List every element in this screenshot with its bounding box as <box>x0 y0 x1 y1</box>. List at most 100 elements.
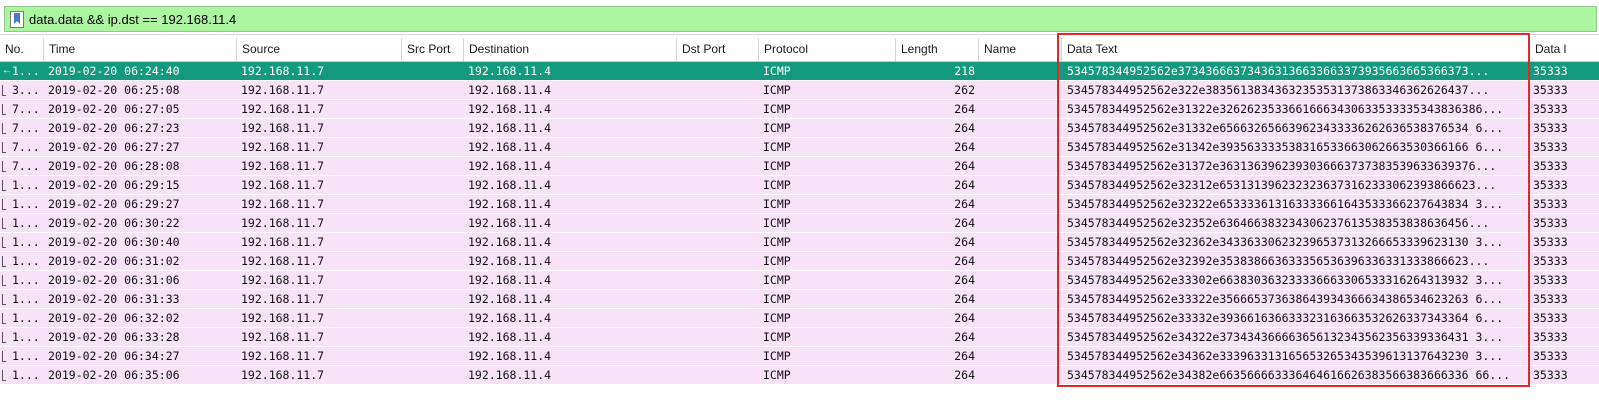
cell-length: 264 <box>896 100 979 118</box>
table-row[interactable]: 1... 2019-02-20 06:30:22 192.168.11.7 192.1… <box>0 214 1599 233</box>
column-header-dst-port[interactable]: Dst Port <box>677 38 759 61</box>
cell-source-value: 192.168.11.7 <box>241 83 325 97</box>
cell-source: 192.168.11.7 <box>237 157 402 175</box>
cell-source: 192.168.11.7 <box>237 195 402 213</box>
table-row[interactable]: 1... 2019-02-20 06:31:06 192.168.11.7 192.1… <box>0 271 1599 290</box>
cell-protocol-value: ICMP <box>763 368 791 382</box>
cell-destination-value: 192.168.11.4 <box>468 273 552 287</box>
cell-length: 264 <box>896 271 979 289</box>
column-header-name[interactable]: Name <box>979 38 1062 61</box>
cell-no-value: 1... <box>12 368 40 382</box>
table-row-selected[interactable]: 1... 2019-02-20 06:24:40 192.168.11.7 192.1… <box>0 62 1599 81</box>
table-row[interactable]: 1... 2019-02-20 06:31:02 192.168.11.7 192.1… <box>0 252 1599 271</box>
cell-data-text: 534578344952562e322e38356138343632353531… <box>1062 81 1530 99</box>
bookmark-icon[interactable] <box>10 11 24 28</box>
cell-source-value: 192.168.11.7 <box>241 235 325 249</box>
cell-data-text: 534578344952562e31332e656632656639623433… <box>1062 119 1530 137</box>
cell-dst-port <box>677 157 759 175</box>
cell-protocol: ICMP <box>759 290 896 308</box>
table-row[interactable]: 7... 2019-02-20 06:27:05 192.168.11.7 192.1… <box>0 100 1599 119</box>
cell-time-value: 2019-02-20 06:31:02 <box>48 254 180 268</box>
column-header-src-port[interactable]: Src Port <box>402 38 464 61</box>
cell-no-value: 1... <box>12 311 40 325</box>
cell-data: 35333 <box>1530 366 1599 384</box>
cell-dst-port <box>677 290 759 308</box>
column-header-destination[interactable]: Destination <box>464 38 677 61</box>
cell-data-text: 534578344952562e32362e343363306232396537… <box>1062 233 1530 251</box>
cell-time-value: 2019-02-20 06:30:22 <box>48 216 180 230</box>
cell-no: 3... <box>0 81 44 99</box>
cell-name <box>979 119 1062 137</box>
cell-time: 2019-02-20 06:27:27 <box>44 138 237 156</box>
cell-length-value: 264 <box>954 235 975 249</box>
table-row[interactable]: 1... 2019-02-20 06:29:27 192.168.11.7 192.1… <box>0 195 1599 214</box>
packet-list[interactable]: No. Time Source Src Port Destination Dst… <box>0 38 1599 407</box>
column-header-data-text[interactable]: Data Text <box>1062 38 1530 61</box>
cell-protocol-value: ICMP <box>763 216 791 230</box>
column-header-time[interactable]: Time <box>44 38 237 61</box>
cell-data-text-value: 534578344952562e31322e326262353366166634… <box>1067 102 1504 116</box>
cell-no-value: 1... <box>12 235 40 249</box>
column-header-no[interactable]: No. <box>0 38 44 61</box>
cell-destination: 192.168.11.4 <box>464 290 677 308</box>
cell-source-value: 192.168.11.7 <box>241 330 325 344</box>
table-row[interactable]: 1... 2019-02-20 06:32:02 192.168.11.7 192.1… <box>0 309 1599 328</box>
table-row[interactable]: 7... 2019-02-20 06:27:23 192.168.11.7 192.1… <box>0 119 1599 138</box>
table-row[interactable]: 7... 2019-02-20 06:28:08 192.168.11.7 192.1… <box>0 157 1599 176</box>
cell-destination: 192.168.11.4 <box>464 195 677 213</box>
display-filter-bar[interactable] <box>4 6 1597 32</box>
cell-destination-value: 192.168.11.4 <box>468 140 552 154</box>
cell-destination: 192.168.11.4 <box>464 138 677 156</box>
table-row[interactable]: 1... 2019-02-20 06:30:40 192.168.11.7 192.1… <box>0 233 1599 252</box>
table-row[interactable]: 1... 2019-02-20 06:29:15 192.168.11.7 192.1… <box>0 176 1599 195</box>
cell-data-text: 534578344952562e31342e393563333538316533… <box>1062 138 1530 156</box>
cell-destination: 192.168.11.4 <box>464 328 677 346</box>
cell-length: 262 <box>896 81 979 99</box>
cell-no-value: 3... <box>12 83 40 97</box>
cell-protocol-value: ICMP <box>763 197 791 211</box>
cell-length: 264 <box>896 233 979 251</box>
cell-data: 35333 <box>1530 290 1599 308</box>
cell-source: 192.168.11.7 <box>237 328 402 346</box>
column-header-data[interactable]: Data l <box>1530 38 1599 61</box>
table-row[interactable]: 1... 2019-02-20 06:33:28 192.168.11.7 192.1… <box>0 328 1599 347</box>
cell-data-value: 35333 <box>1533 140 1568 154</box>
table-row[interactable]: 1... 2019-02-20 06:31:33 192.168.11.7 192.1… <box>0 290 1599 309</box>
column-header-source[interactable]: Source <box>237 38 402 61</box>
cell-time: 2019-02-20 06:27:23 <box>44 119 237 137</box>
table-row[interactable]: 3... 2019-02-20 06:25:08 192.168.11.7 192.1… <box>0 81 1599 100</box>
cell-data-text-value: 534578344952562e32392e353838663633356536… <box>1067 254 1490 268</box>
cell-protocol: ICMP <box>759 62 896 80</box>
cell-destination: 192.168.11.4 <box>464 347 677 365</box>
cell-time: 2019-02-20 06:30:22 <box>44 214 237 232</box>
cell-protocol: ICMP <box>759 347 896 365</box>
cell-data-text: 534578344952562e33302e663830363233336663… <box>1062 271 1530 289</box>
table-row[interactable]: 7... 2019-02-20 06:27:27 192.168.11.7 192.1… <box>0 138 1599 157</box>
display-filter-input[interactable] <box>29 9 1589 29</box>
cell-source: 192.168.11.7 <box>237 290 402 308</box>
cell-no: 1... <box>0 233 44 251</box>
cell-src-port <box>402 138 464 156</box>
cell-no-value: 7... <box>12 159 40 173</box>
cell-protocol-value: ICMP <box>763 178 791 192</box>
cell-time: 2019-02-20 06:30:40 <box>44 233 237 251</box>
cell-data-text: 534578344952562e32392e353838663633356536… <box>1062 252 1530 270</box>
table-row[interactable]: 1... 2019-02-20 06:35:06 192.168.11.7 192.1… <box>0 366 1599 385</box>
packet-list-header: No. Time Source Src Port Destination Dst… <box>0 38 1599 62</box>
cell-destination-value: 192.168.11.4 <box>468 64 552 78</box>
cell-data: 35333 <box>1530 328 1599 346</box>
cell-time-value: 2019-02-20 06:31:33 <box>48 292 180 306</box>
cell-dst-port <box>677 233 759 251</box>
cell-data-value: 35333 <box>1533 235 1568 249</box>
cell-src-port <box>402 100 464 118</box>
cell-data-text-value: 534578344952562e31342e393563333538316533… <box>1067 140 1504 154</box>
table-row[interactable]: 1... 2019-02-20 06:34:27 192.168.11.7 192.1… <box>0 347 1599 366</box>
column-header-length[interactable]: Length <box>896 38 979 61</box>
cell-data: 35333 <box>1530 214 1599 232</box>
cell-protocol: ICMP <box>759 271 896 289</box>
cell-time: 2019-02-20 06:33:28 <box>44 328 237 346</box>
column-header-protocol[interactable]: Protocol <box>759 38 896 61</box>
cell-length: 264 <box>896 138 979 156</box>
conversation-tree-icon <box>2 313 6 324</box>
cell-length: 264 <box>896 252 979 270</box>
